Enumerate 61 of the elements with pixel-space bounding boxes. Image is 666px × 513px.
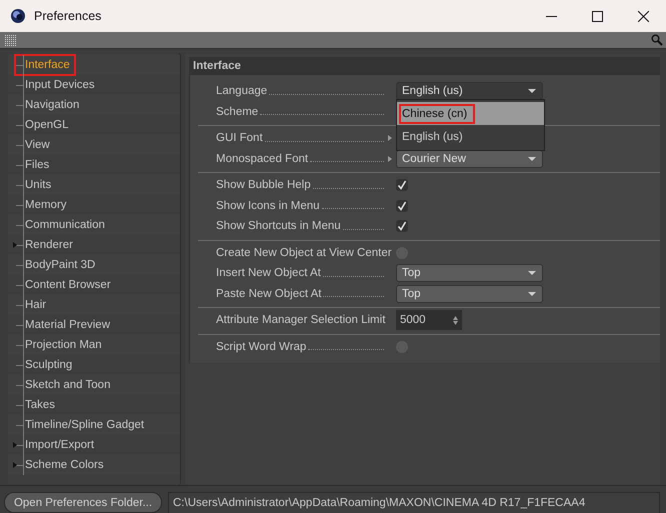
setting-label: Insert New Object At: [216, 267, 321, 280]
submenu-arrow-icon[interactable]: [388, 135, 392, 142]
checkbox[interactable]: [396, 220, 408, 232]
sidebar-item[interactable]: Communication: [14, 214, 111, 236]
setting-label: Show Bubble Help: [216, 179, 311, 192]
dropdown[interactable]: Top: [396, 264, 543, 282]
path-field: C:\Users\Administrator\AppData\Roaming\MAXON\CINEMA 4D R17_F1FECAA4: [168, 492, 660, 513]
sidebar-item[interactable]: Files: [14, 154, 56, 176]
sidebar-item[interactable]: Timeline/Spline Gadget: [14, 414, 150, 436]
sidebar-item[interactable]: Memory: [14, 194, 73, 216]
search-icon[interactable]: [651, 34, 663, 46]
setting-label: GUI Font: [216, 132, 263, 144]
sidebar-item[interactable]: Units: [14, 174, 58, 196]
sidebar-item[interactable]: Interface: [14, 54, 76, 76]
dropdown[interactable]: English (us): [396, 82, 543, 100]
window-title: Preferences: [34, 9, 102, 23]
sidebar-item[interactable]: View: [14, 134, 56, 156]
app-icon: [10, 8, 26, 24]
spinner-icon[interactable]: [453, 316, 458, 325]
setting-label: Script Word Wrap: [216, 340, 306, 353]
setting-label: Language: [216, 85, 268, 98]
setting-label: Paste New Object At: [216, 288, 322, 300]
setting-label: Scheme: [216, 106, 258, 118]
open-folder-button[interactable]: Open Preferences Folder...: [4, 492, 162, 513]
caret-icon: [527, 290, 537, 297]
sidebar-item[interactable]: Sculpting: [14, 354, 78, 376]
checkbox[interactable]: [396, 200, 408, 212]
menu-option[interactable]: English (us): [397, 125, 544, 148]
sidebar-item[interactable]: Takes: [14, 394, 62, 416]
sidebar-item[interactable]: Material Preview: [14, 314, 116, 336]
dropdown[interactable]: Top: [396, 284, 543, 303]
expand-arrow-icon[interactable]: [13, 442, 17, 448]
sidebar-item[interactable]: Content Browser: [14, 274, 117, 296]
sidebar-item[interactable]: OpenGL: [14, 114, 74, 136]
maximize-icon: [592, 10, 602, 22]
submenu-arrow-icon[interactable]: [388, 156, 392, 162]
caret-icon: [527, 88, 537, 94]
sidebar-item[interactable]: Input Devices: [14, 74, 101, 96]
setting-label: Attribute Manager Selection Limit: [216, 314, 386, 326]
sidebar-item[interactable]: Import/Export: [14, 434, 100, 456]
grip-icon[interactable]: [5, 34, 17, 46]
setting-label: Monospaced Font: [216, 152, 308, 165]
sidebar-item[interactable]: Scheme Colors: [14, 454, 110, 476]
sidebar-item[interactable]: Renderer: [14, 234, 79, 256]
close-icon: [638, 10, 648, 22]
setting-label: Show Shortcuts in Menu: [216, 220, 341, 232]
menu-option[interactable]: Chinese (cn): [397, 102, 544, 126]
caret-icon: [527, 270, 537, 276]
sidebar-item[interactable]: Sketch and Toon: [14, 374, 116, 396]
number-field[interactable]: 5000: [396, 310, 462, 330]
sidebar-item[interactable]: Hair: [14, 294, 52, 316]
setting-label: Show Icons in Menu: [216, 200, 320, 212]
sidebar-item[interactable]: Projection Man: [14, 334, 108, 356]
caret-icon: [527, 156, 537, 162]
expand-arrow-icon[interactable]: [13, 462, 17, 468]
sidebar-item[interactable]: Navigation: [14, 94, 86, 116]
setting-label: Create New Object at View Center: [216, 246, 392, 259]
sidebar-item[interactable]: BodyPaint 3D: [14, 254, 102, 276]
section-header: Interface: [189, 57, 660, 75]
checkbox[interactable]: [396, 179, 408, 192]
expand-arrow-icon[interactable]: [13, 242, 17, 248]
